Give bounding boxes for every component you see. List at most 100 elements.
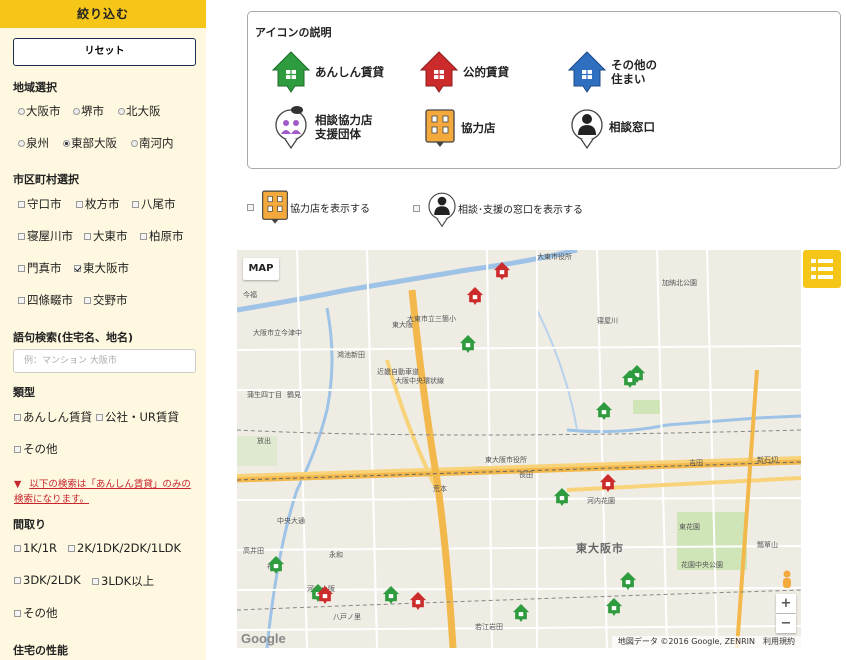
street-view-pegman-icon[interactable] [780,570,794,590]
map-label: 大東市立三箇小 [407,315,456,323]
city-checkbox-higashiosaka[interactable]: 東大阪市 [74,260,129,276]
map-label: 東花園 [679,523,700,531]
city-title: 市区町村選択 [13,173,79,186]
region-title: 地域選択 [13,81,57,94]
map-label: 大阪中央環状線 [395,377,444,385]
zoom-out-button[interactable]: − [776,614,796,633]
map-label: 東大阪 [392,321,413,329]
map-label: 高井田 [243,547,264,555]
kind-checkbox[interactable]: あんしん賃貸 [14,409,92,425]
region-kita-radio[interactable]: 北大阪 [118,103,161,119]
legend-anshin: あんしん賃貸 [271,50,384,94]
kind-title: 類型 [13,386,35,399]
map-label: 大東市役所 [537,253,572,261]
keyword-title: 語句検索(住宅名、地名) [13,331,134,344]
performance-title: 住宅の性能 [13,644,68,657]
region-osaka-radio[interactable]: 大阪市 [18,103,61,119]
region-tobu-radio[interactable]: 東部大阪 [63,135,117,151]
city-checkbox[interactable]: 門真市 [18,260,62,276]
green-house-icon [271,51,311,93]
green-house-icon[interactable] [621,368,639,390]
city-checkbox[interactable]: 守口市 [18,196,62,212]
red-house-icon[interactable] [409,590,427,612]
city-checkbox[interactable]: 柏原市 [140,228,184,244]
map-label: 大阪市立今津中 [253,329,302,337]
person-icon [428,192,456,228]
show-stores-checkbox[interactable] [247,203,254,211]
layout-checkbox[interactable]: 1K/1R [14,541,57,555]
ward-label: 東大阪市 [576,542,624,555]
green-house-icon[interactable] [595,400,613,422]
green-house-icon[interactable] [619,570,637,592]
show-counters-checkbox[interactable] [413,204,420,212]
map-type-button[interactable]: MAP [243,258,279,280]
red-house-icon[interactable] [316,584,334,606]
green-house-icon[interactable] [512,602,530,624]
map-label: 永和 [329,551,343,559]
green-house-icon[interactable] [382,584,400,606]
map-label: 新石切 [757,456,778,464]
red-house-icon[interactable] [493,260,511,282]
layout-checkbox[interactable]: 2K/1DK/2DK/1LDK [68,541,181,555]
map-label: 瓢箪山 [757,541,778,549]
blue-house-icon [567,51,607,93]
map-label: 中央大通 [277,517,305,525]
green-house-icon[interactable] [605,596,623,618]
map-label: 加納北公園 [662,279,697,287]
layout-title: 間取り [13,518,46,531]
list-icon [811,259,833,279]
map-label: 河内花園 [587,497,615,505]
red-house-icon[interactable] [466,285,484,307]
green-house-icon[interactable] [459,333,477,355]
show-counters-toggle[interactable]: 相談･支援の窓口を表示する [413,188,583,228]
region-senshu-radio[interactable]: 泉州 [18,135,49,151]
layout-checkbox[interactable]: 3DK/2LDK [14,573,81,587]
map-label: 荒本 [433,485,447,493]
map-label: 鶴見 [287,391,301,399]
city-checkbox[interactable]: 寝屋川市 [18,228,73,244]
list-view-button[interactable] [803,250,841,288]
map-label: 寝屋川 [597,317,618,325]
map-label: 放出 [257,437,271,445]
google-logo: Google [241,631,286,646]
map-label: 蒲生四丁目 [247,391,282,399]
map-label: 鴻池新田 [337,351,365,359]
city-checkbox[interactable]: 交野市 [84,292,128,308]
zoom-in-button[interactable]: + [776,594,796,613]
legend-support: 相談協力店 支援団体 [271,104,373,150]
map-view[interactable]: MAP 大東市役所 大東市立三箇小 加納北公園 寝屋川 東大阪 大阪市立今津中 … [237,250,801,648]
kind-checkbox[interactable]: 公社・UR賃貸 [96,409,179,425]
city-checkbox[interactable]: 枚方市 [76,196,120,212]
region-sakai-radio[interactable]: 堺市 [73,103,104,119]
kind-checkbox[interactable]: その他 [14,441,58,457]
store-icon [262,190,288,224]
legend-public: 公的賃貸 [419,50,509,94]
person-icon [571,109,603,150]
legend-title: アイコンの説明 [255,26,332,39]
legend-counter: 相談窓口 [569,104,655,150]
map-label: 今福 [243,291,257,299]
map-label: 吉田 [689,459,703,467]
map-attribution[interactable]: 地図データ ©2016 Google, ZENRIN 利用規約 [611,636,801,648]
icon-legend: アイコンの説明 あんしん賃貸 公的賃貸 その他の住まい 相談協力店支援団体 [247,11,841,169]
red-house-icon [419,51,459,93]
filter-header: 絞り込む [0,0,206,28]
green-house-icon[interactable] [553,486,571,508]
keyword-search-input[interactable] [13,349,196,373]
region-minami-radio[interactable]: 南河内 [131,135,174,151]
layout-checkbox[interactable]: その他 [14,605,58,621]
anshin-only-warning: ▼ 以下の検索は「あんしん賃貸」のみの 検索になります。 [14,479,191,505]
city-checkbox[interactable]: 大東市 [84,228,128,244]
red-house-icon[interactable] [599,472,617,494]
map-label: 長田 [519,471,533,479]
city-checkbox[interactable]: 八尾市 [132,196,176,212]
city-checkbox[interactable]: 四條畷市 [18,292,73,308]
map-label: 若江岩田 [475,623,503,631]
map-label: 花園中央公園 [681,561,723,569]
layout-checkbox[interactable]: 3LDK以上 [92,573,154,589]
legend-other: その他の 住まい [567,50,657,94]
reset-button[interactable]: リセット [13,38,196,66]
show-stores-toggle[interactable]: 協力店を表示する [247,188,370,226]
green-house-icon[interactable] [267,554,285,576]
map-label: 八戸ノ里 [333,613,361,621]
